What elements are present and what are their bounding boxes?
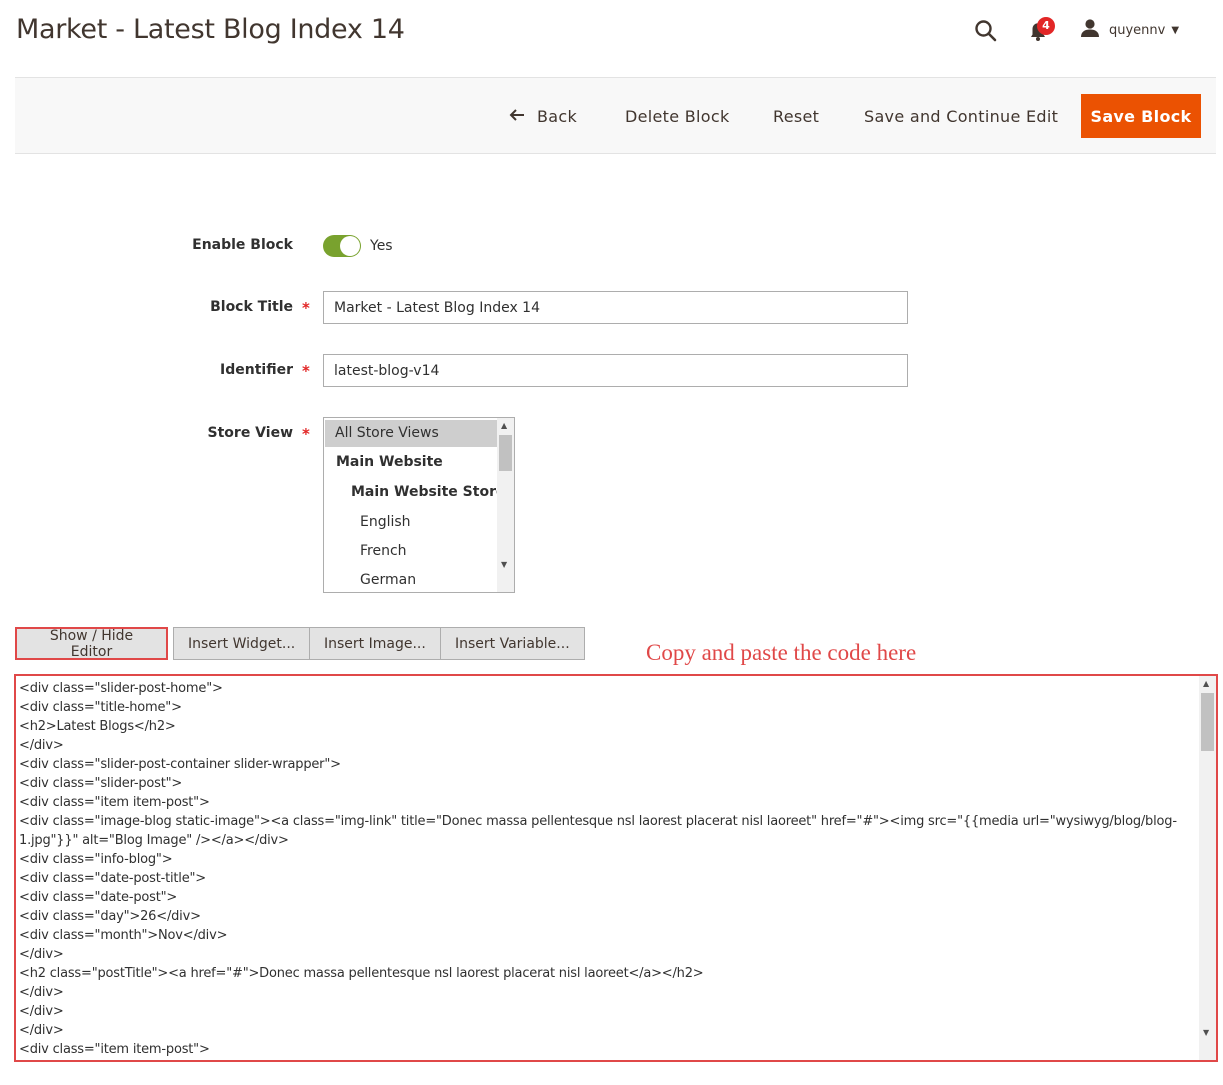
content-textarea[interactable]: <div class="slider-post-home"> <div clas…: [14, 674, 1218, 1062]
scroll-up-icon[interactable]: ▲: [501, 421, 507, 430]
store-option-french[interactable]: French: [360, 543, 407, 559]
code-line: </div>: [19, 738, 64, 753]
store-option-main-website: Main Website: [336, 454, 443, 470]
block-title-input[interactable]: [323, 291, 908, 324]
identifier-label: Identifier: [220, 362, 293, 378]
store-view-multiselect[interactable]: All Store Views Main Website Main Websit…: [323, 417, 515, 593]
user-name: quyennv: [1109, 22, 1166, 38]
code-line: </div>: [19, 1004, 64, 1019]
enable-block-label: Enable Block: [192, 237, 293, 253]
annotation-text: Copy and paste the code here: [646, 640, 917, 665]
code-line: <h2>Latest Blogs</h2>: [19, 719, 176, 734]
user-icon: [1079, 17, 1101, 43]
identifier-input[interactable]: [323, 354, 908, 387]
code-line: </div>: [19, 985, 64, 1000]
user-menu[interactable]: quyennv ▼: [1079, 16, 1179, 44]
store-option-english[interactable]: English: [360, 514, 411, 530]
show-hide-editor-button[interactable]: Show / Hide Editor: [15, 627, 168, 660]
page-title: Market - Latest Blog Index 14: [16, 14, 405, 45]
required-marker: *: [302, 362, 310, 380]
code-line: <div class="slider-post-home">: [19, 681, 223, 696]
code-line: <div class="item item-post">: [19, 795, 210, 810]
required-marker: *: [302, 425, 310, 443]
code-line: </div>: [19, 947, 64, 962]
save-and-continue-button[interactable]: Save and Continue Edit: [864, 94, 1058, 138]
enable-block-toggle[interactable]: [323, 235, 361, 257]
insert-variable-button[interactable]: Insert Variable...: [440, 627, 585, 660]
code-content: <div class="slider-post-home"> <div clas…: [19, 679, 1194, 1059]
enable-block-value: Yes: [370, 238, 393, 254]
search-icon[interactable]: [973, 18, 999, 44]
store-option-german[interactable]: German: [360, 572, 416, 588]
code-line: <h2 class="postTitle"><a href="#">Donec …: [19, 966, 704, 981]
arrow-left-icon: [509, 107, 537, 126]
required-marker: *: [302, 299, 310, 317]
delete-block-button[interactable]: Delete Block: [625, 94, 730, 138]
page-actions-toolbar: Back Delete Block Reset Save and Continu…: [15, 77, 1216, 154]
code-line: <div class="date-post-title">: [19, 871, 206, 886]
code-line: <div class="slider-post">: [19, 776, 183, 791]
store-list-scrollbar[interactable]: ▲ ▼: [497, 418, 514, 592]
scroll-down-icon[interactable]: ▼: [501, 560, 507, 569]
block-title-label: Block Title: [210, 299, 293, 315]
back-button[interactable]: Back: [509, 94, 577, 138]
insert-widget-button[interactable]: Insert Widget...: [173, 627, 311, 660]
store-view-label: Store View: [207, 425, 293, 441]
notification-badge[interactable]: 4: [1037, 17, 1055, 35]
code-scrollbar[interactable]: ▲ ▼: [1199, 676, 1216, 1060]
scrollbar-thumb[interactable]: [1201, 693, 1214, 751]
store-option-main-website-store: Main Website Store: [351, 484, 506, 500]
code-line: <div class="title-home">: [19, 700, 182, 715]
scroll-up-icon[interactable]: ▲: [1203, 679, 1209, 688]
store-option-all[interactable]: All Store Views: [325, 420, 498, 447]
code-line: </div>: [19, 1023, 64, 1038]
code-line: <div class="slider-post-container slider…: [19, 757, 341, 772]
code-line: <div class="day">26</div>: [19, 909, 201, 924]
back-label: Back: [537, 106, 578, 126]
caret-down-icon: ▼: [1171, 24, 1180, 36]
scrollbar-thumb[interactable]: [499, 435, 512, 471]
code-line: 1.jpg"}}" alt="Blog Image" /></a></div>: [19, 833, 289, 848]
reset-button[interactable]: Reset: [773, 94, 819, 138]
code-line: <div class="info-blog">: [19, 852, 173, 867]
scroll-down-icon[interactable]: ▼: [1203, 1028, 1209, 1037]
save-block-button[interactable]: Save Block: [1081, 94, 1201, 138]
toggle-knob: [340, 236, 360, 256]
header-actions: 4 quyennv ▼: [973, 14, 1223, 48]
code-line: <div class="image-blog static-image"><a …: [19, 814, 1177, 829]
code-line: <div class="month">Nov</div>: [19, 928, 228, 943]
code-line: <div class="date-post">: [19, 890, 178, 905]
insert-image-button[interactable]: Insert Image...: [309, 627, 441, 660]
code-line: <div class="item item-post">: [19, 1042, 210, 1057]
